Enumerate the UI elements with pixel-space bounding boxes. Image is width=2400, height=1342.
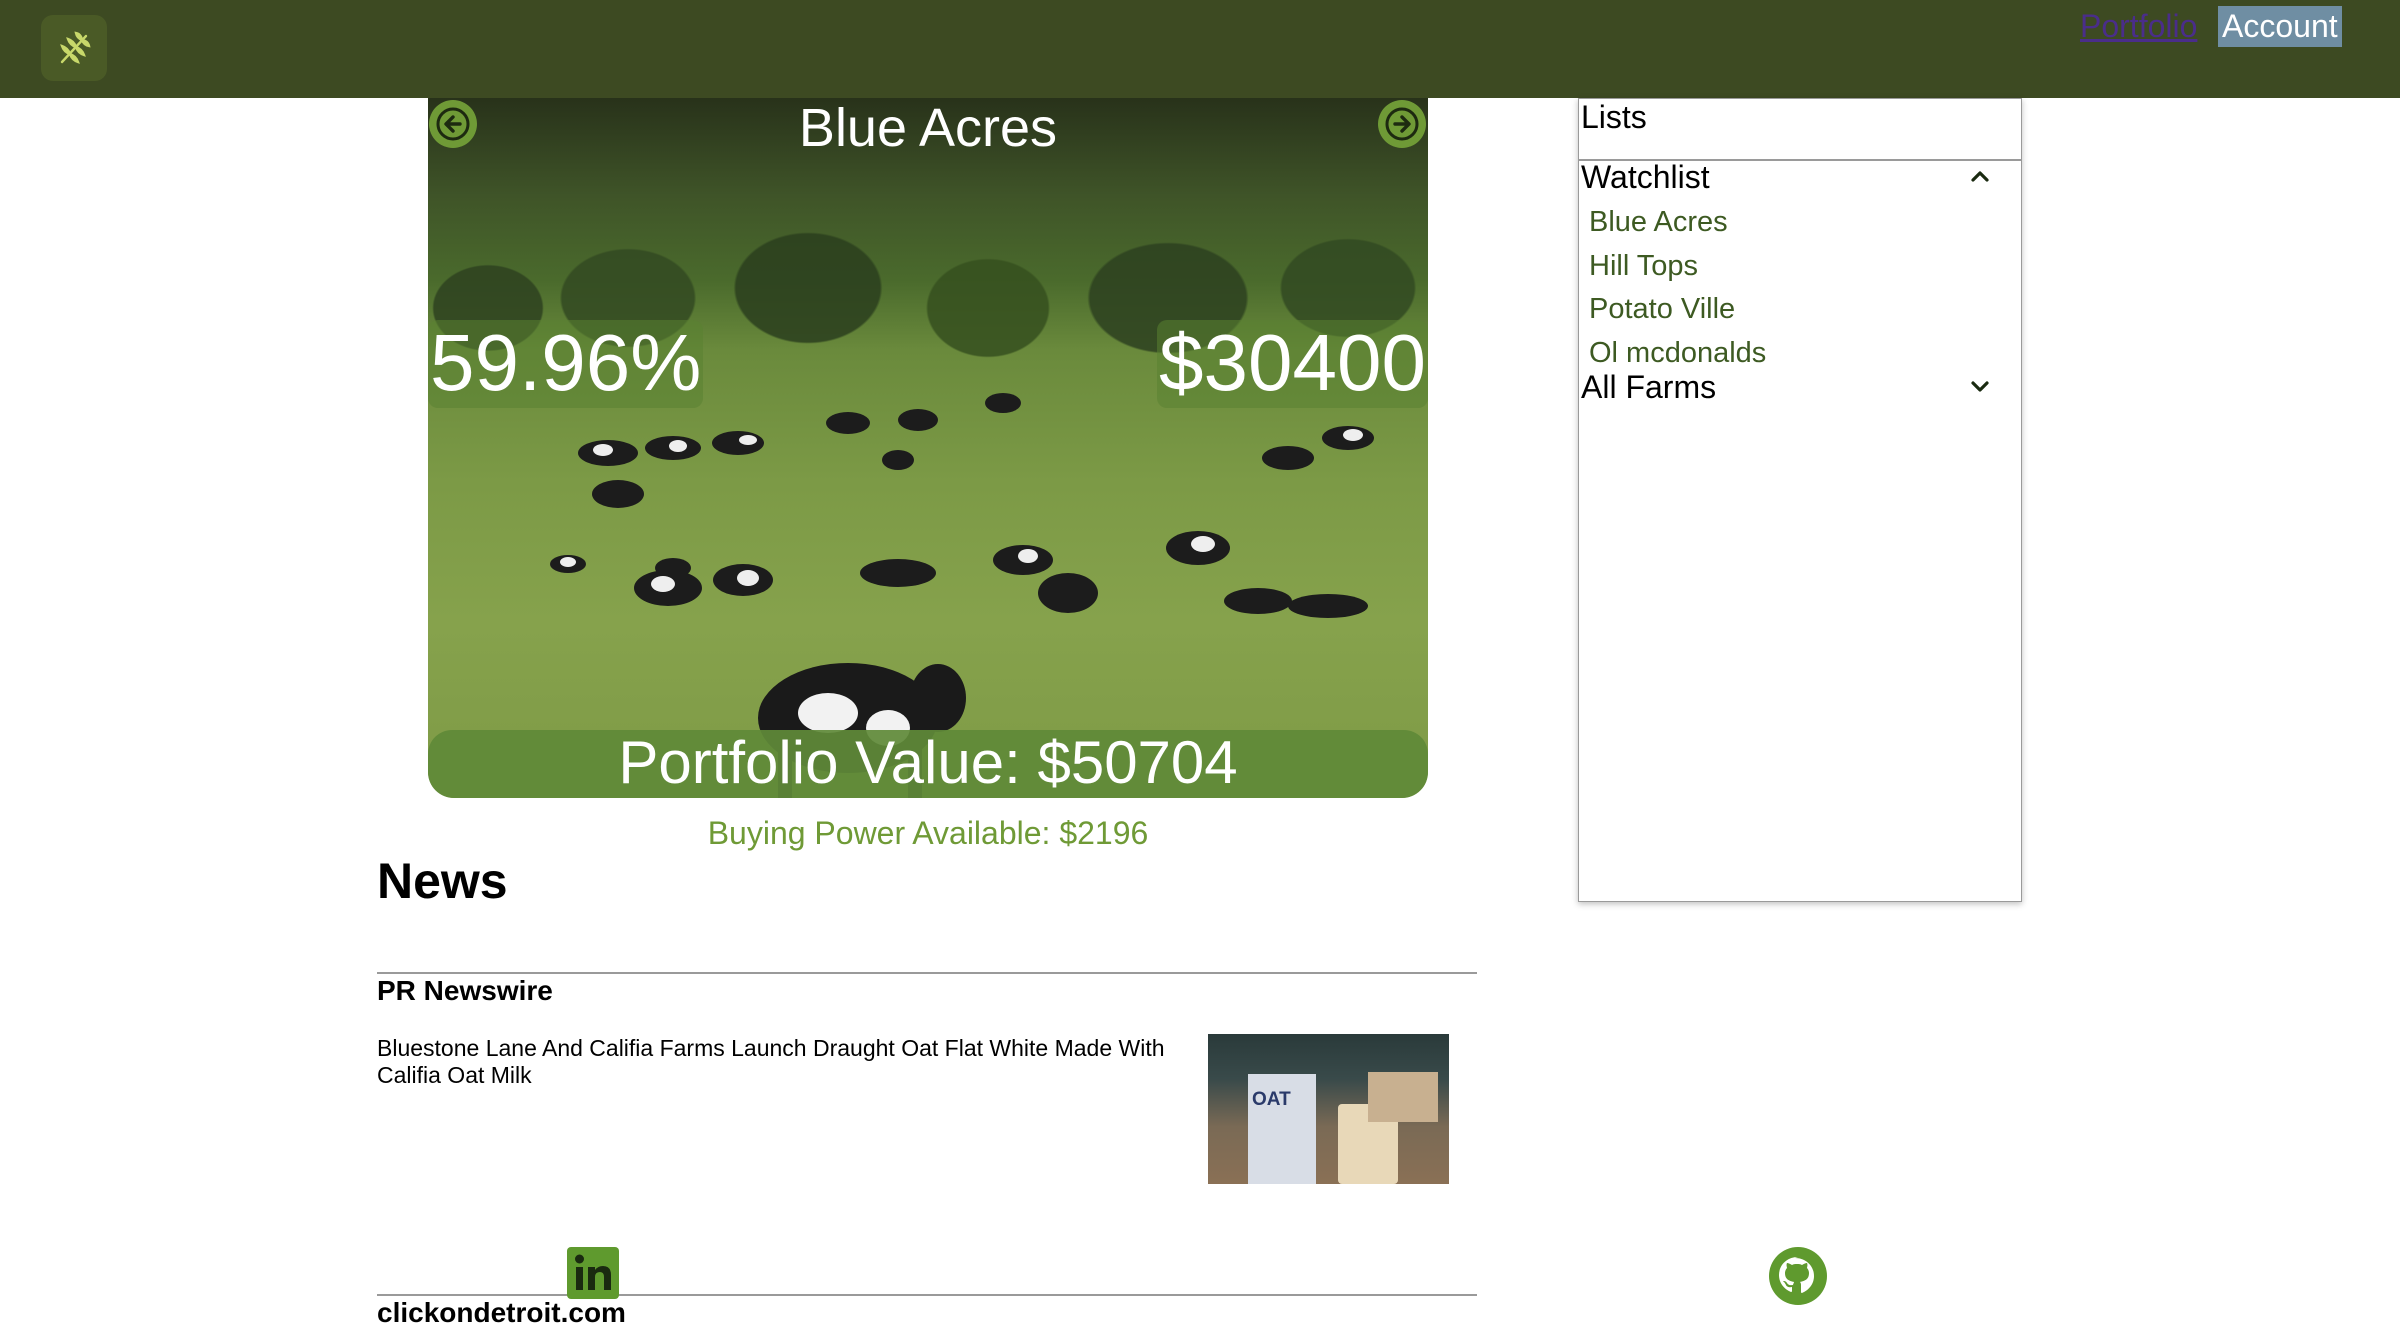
watchlist-item[interactable]: Hill Tops [1589, 250, 1698, 283]
watchlist-label: Watchlist [1581, 159, 1710, 195]
nav-link-account[interactable]: Account [2218, 6, 2342, 47]
chevron-down-icon [1971, 381, 1989, 392]
news-divider [377, 972, 1477, 974]
farm-percent-change: 59.96% [428, 318, 704, 408]
farm-price: $30400 [1157, 318, 1428, 408]
farm-name-title: Blue Acres [798, 98, 1058, 158]
news-headline-link[interactable]: Bluestone Lane And Califia Farms Launch … [377, 1035, 1177, 1089]
nav-link-portfolio[interactable]: Portfolio [2080, 8, 2197, 45]
news-source: clickondetroit.com [377, 1297, 626, 1328]
top-navbar: Portfolio Account [0, 0, 2400, 98]
wheat-logo-icon[interactable] [41, 15, 107, 81]
news-thumbnail[interactable]: OAT [1208, 1034, 1449, 1184]
github-icon[interactable] [1767, 1245, 1829, 1312]
chevron-up-icon [1971, 171, 1989, 182]
carousel-next-button[interactable] [1378, 100, 1426, 148]
watchlist-item[interactable]: Ol mcdonalds [1589, 337, 1766, 370]
farm-carousel-card: Blue Acres 59.96% $30400 Portfolio Value… [428, 98, 1428, 798]
watchlist-item[interactable]: Blue Acres [1589, 206, 1728, 239]
all-farms-label: All Farms [1581, 369, 1717, 405]
linkedin-icon[interactable] [567, 1247, 619, 1299]
news-source: PR Newswire [377, 975, 553, 1006]
buying-power-text: Buying Power Available: $2196 [707, 815, 1149, 851]
news-divider [377, 1294, 1477, 1296]
news-heading: News [377, 853, 508, 909]
watchlist-toggle[interactable]: Watchlist [1581, 159, 2011, 196]
portfolio-value-bar: Portfolio Value: $50704 [428, 730, 1428, 798]
lists-panel: Lists Watchlist Blue Acres Hill Tops Pot… [1578, 98, 2022, 902]
arrow-left-icon [436, 107, 470, 141]
all-farms-toggle[interactable]: All Farms [1581, 369, 2011, 406]
carousel-prev-button[interactable] [429, 100, 477, 148]
arrow-right-icon [1385, 107, 1419, 141]
watchlist-item[interactable]: Potato Ville [1589, 293, 1735, 326]
farm-photo-cows [550, 393, 1374, 798]
news-thumb-label: OAT [1252, 1089, 1291, 1110]
lists-title: Lists [1581, 99, 1647, 135]
